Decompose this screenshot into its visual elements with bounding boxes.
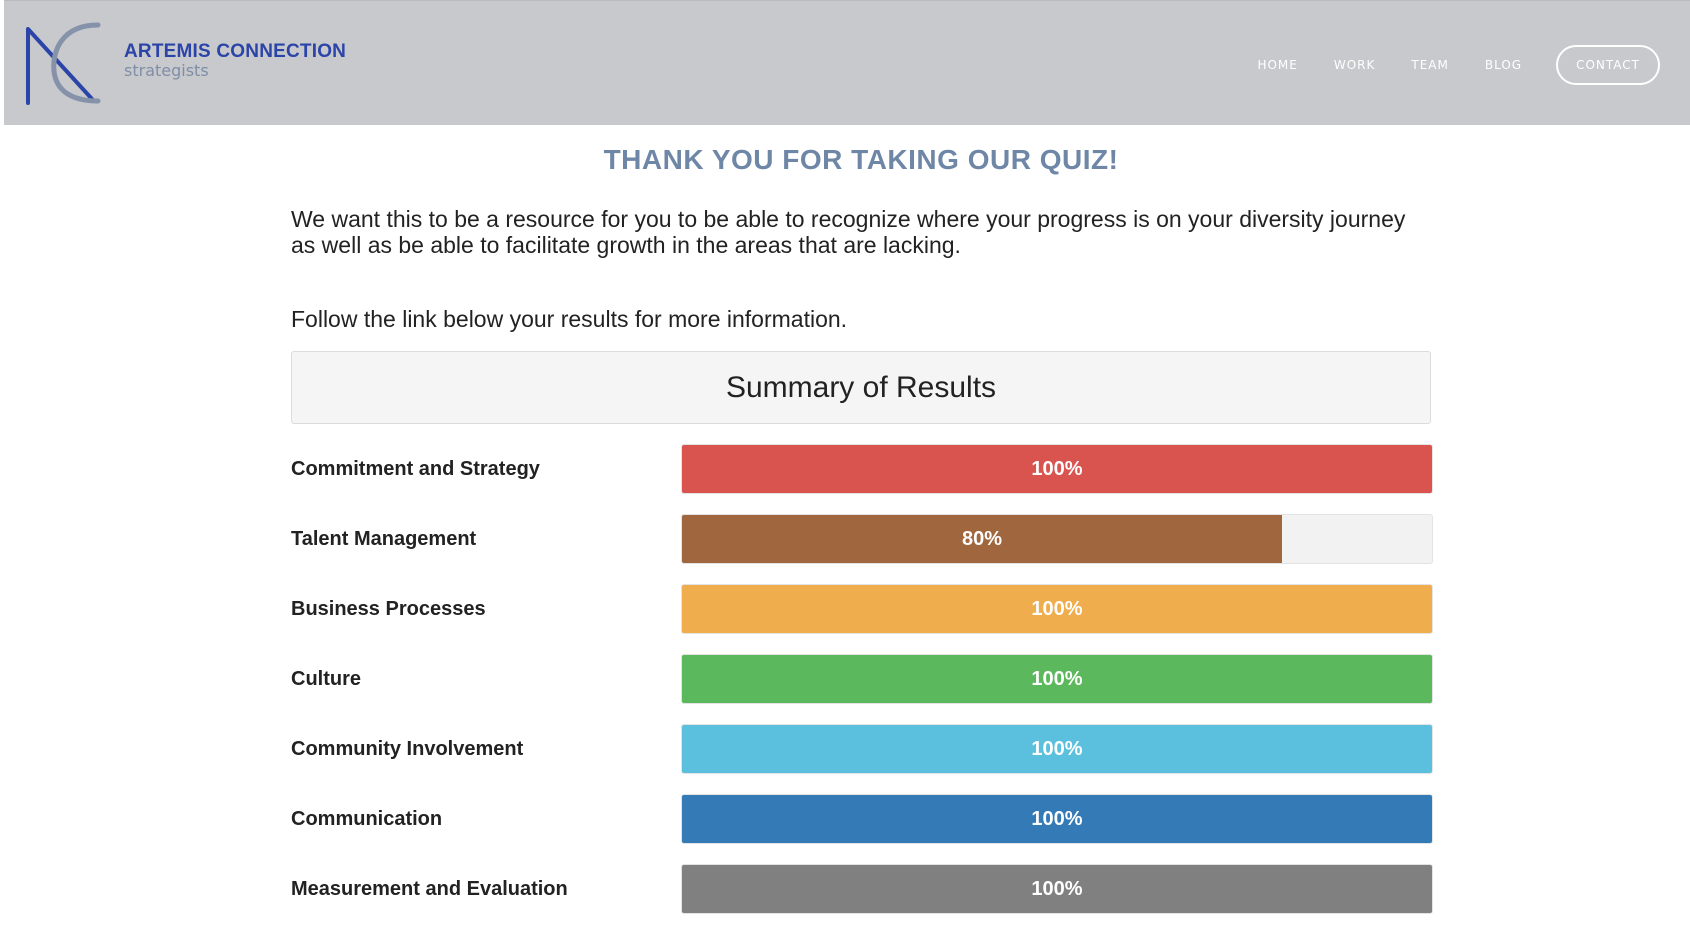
progress-bar: 100%	[682, 585, 1432, 633]
progress-bar: 100%	[682, 445, 1432, 493]
page: ARTEMIS CONNECTION strategists HOME WORK…	[0, 0, 1690, 929]
progress-track: 100%	[681, 864, 1433, 914]
results-list: Commitment and Strategy 100% Talent Mana…	[291, 444, 1433, 914]
progress-track: 100%	[681, 724, 1433, 774]
result-row: Business Processes 100%	[291, 584, 1433, 634]
page-title: THANK YOU FOR TAKING OUR QUIZ!	[603, 144, 1119, 175]
nav-team[interactable]: TEAM	[1411, 58, 1448, 72]
main-content: THANK YOU FOR TAKING OUR QUIZ! We want t…	[291, 124, 1433, 929]
result-row: Talent Management 80%	[291, 514, 1433, 564]
main-nav: HOME WORK TEAM BLOG CONTACT	[1221, 45, 1660, 85]
result-row: Culture 100%	[291, 654, 1433, 704]
progress-bar: 80%	[682, 515, 1282, 563]
progress-track: 100%	[681, 654, 1433, 704]
summary-panel: Summary of Results	[291, 351, 1431, 424]
nav-blog[interactable]: BLOG	[1485, 58, 1522, 72]
result-row: Community Involvement 100%	[291, 724, 1433, 774]
result-row: Commitment and Strategy 100%	[291, 444, 1433, 494]
site-header: ARTEMIS CONNECTION strategists HOME WORK…	[4, 0, 1690, 125]
result-label: Communication	[291, 807, 443, 830]
summary-title: Summary of Results	[725, 370, 997, 404]
result-label: Talent Management	[291, 527, 477, 550]
progress-bar: 100%	[682, 725, 1432, 773]
nav-home[interactable]: HOME	[1257, 58, 1297, 72]
result-row: Communication 100%	[291, 794, 1433, 844]
logo-subtitle: strategists	[124, 60, 209, 80]
progress-track: 100%	[681, 794, 1433, 844]
result-label: Culture	[291, 667, 361, 690]
result-row: Measurement and Evaluation 100%	[291, 864, 1433, 914]
progress-bar: 100%	[682, 795, 1432, 843]
logo-text: ARTEMIS CONNECTION strategists	[124, 42, 346, 79]
progress-bar: 100%	[682, 655, 1432, 703]
nav-work[interactable]: WORK	[1334, 58, 1376, 72]
progress-track: 80%	[681, 514, 1433, 564]
result-label: Community Involvement	[291, 737, 524, 760]
progress-track: 100%	[681, 444, 1433, 494]
follow-text: Follow the link below your results for m…	[291, 306, 848, 332]
progress-bar: 100%	[682, 865, 1432, 913]
contact-button[interactable]: CONTACT	[1556, 45, 1660, 85]
result-label: Measurement and Evaluation	[291, 877, 568, 900]
progress-track: 100%	[681, 584, 1433, 634]
intro-text: We want this to be a resource for you to…	[291, 206, 1406, 258]
logo-name: ARTEMIS CONNECTION	[124, 40, 347, 62]
nc-monogram-icon	[26, 22, 101, 105]
result-label: Business Processes	[291, 597, 486, 620]
logo-link[interactable]: ARTEMIS CONNECTION strategists	[22, 21, 346, 107]
result-label: Commitment and Strategy	[291, 457, 540, 480]
